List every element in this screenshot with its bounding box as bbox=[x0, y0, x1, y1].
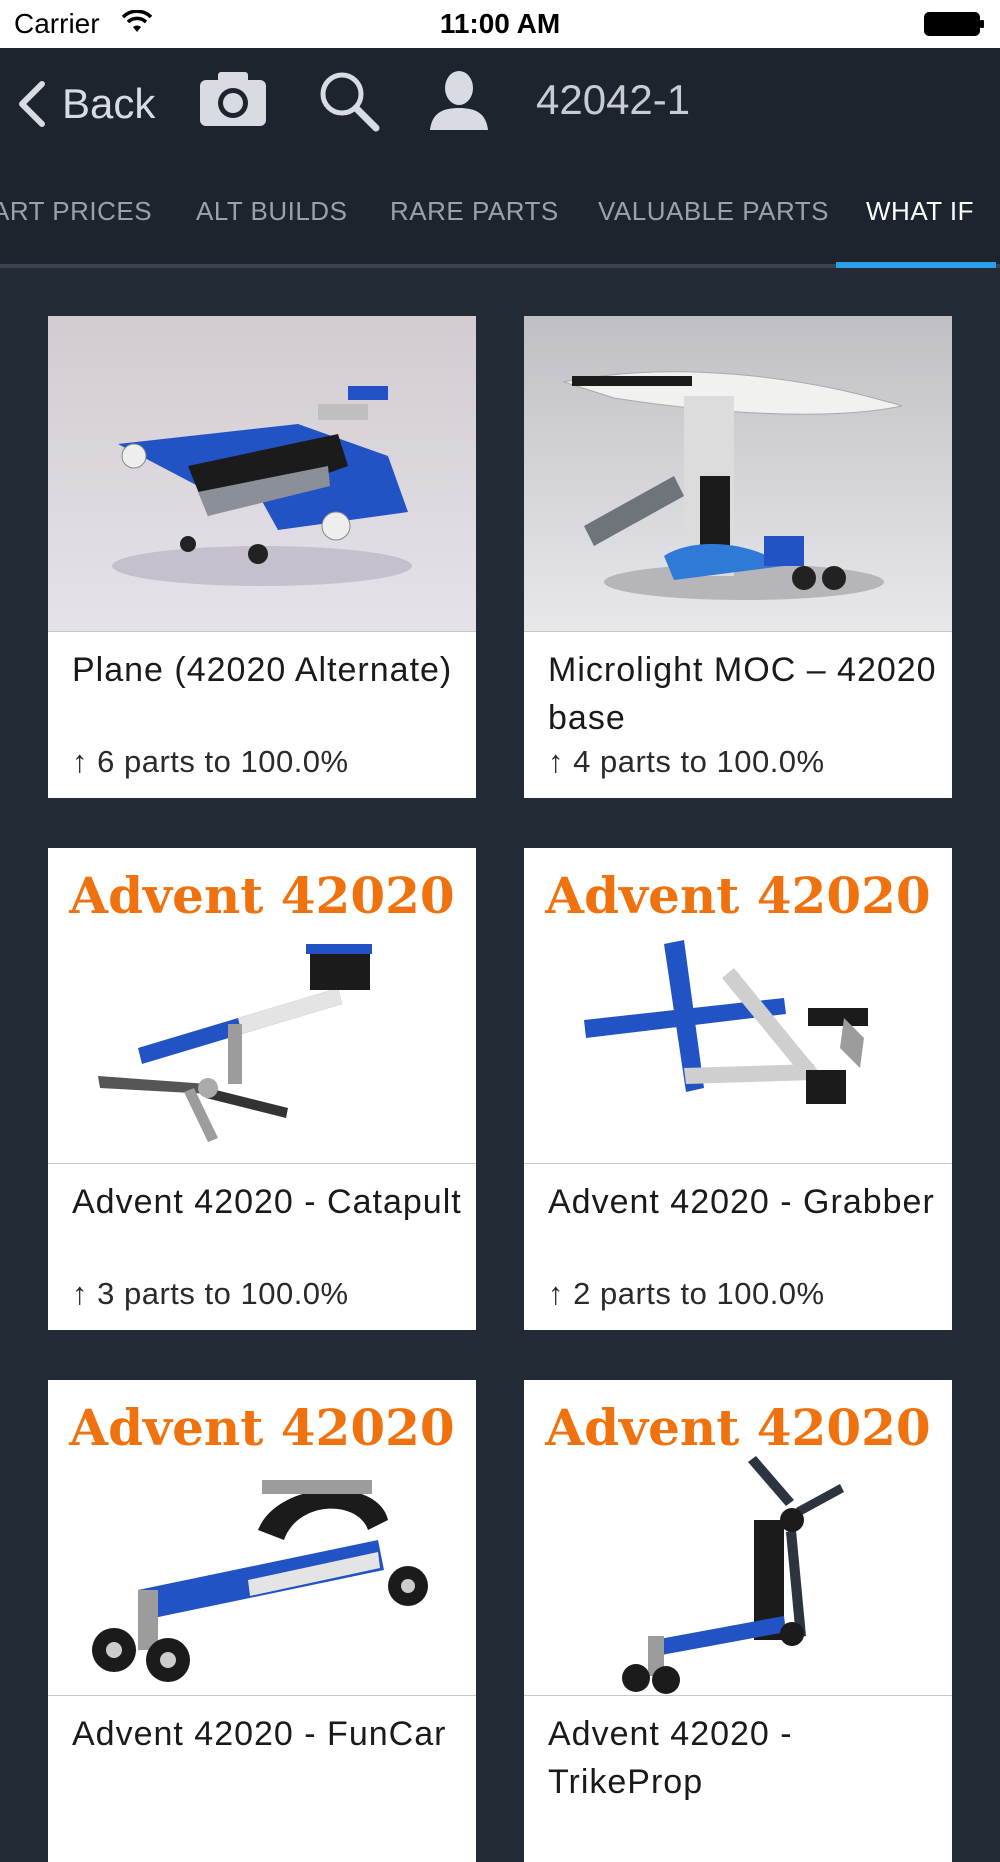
build-title: Advent 42020 - FunCar bbox=[72, 1715, 447, 1753]
back-label: Back bbox=[62, 80, 156, 127]
search-icon[interactable] bbox=[318, 70, 380, 137]
build-card[interactable]: Plane (42020 Alternate) ↑ 6 parts to 100… bbox=[48, 316, 476, 798]
build-title: Plane (42020 Alternate) bbox=[72, 651, 453, 689]
navigation-bar: Back 42042-1 bbox=[0, 48, 1000, 154]
back-button[interactable]: Back bbox=[16, 76, 155, 132]
tab-bar: ART PRICES ALT BUILDS RARE PARTS VALUABL… bbox=[0, 154, 1000, 268]
build-title: Advent 42020 - Grabber bbox=[548, 1183, 935, 1221]
build-image-grabber: Advent 42020 bbox=[524, 848, 952, 1164]
build-image-microlight bbox=[524, 316, 952, 632]
battery-icon bbox=[924, 12, 986, 41]
set-number-title: 42042-1 bbox=[536, 76, 691, 123]
tab-what-if[interactable]: WHAT IF bbox=[866, 196, 974, 227]
build-image-trikeprop: Advent 42020 bbox=[524, 1380, 952, 1696]
tab-rare-parts[interactable]: RARE PARTS bbox=[390, 196, 559, 227]
build-card[interactable]: Advent 42020 Advent 42020 - FunCar bbox=[48, 1380, 476, 1862]
camera-icon[interactable] bbox=[198, 70, 268, 133]
status-bar: Carrier 11:00 AM bbox=[0, 0, 1000, 48]
build-parts: ↑ 6 parts to 100.0% bbox=[72, 744, 349, 779]
build-title: Advent 42020 - Catapult bbox=[72, 1183, 462, 1221]
build-card[interactable]: Advent 42020 Advent 42020 - TrikeProp bbox=[524, 1380, 952, 1862]
chevron-left-icon bbox=[19, 81, 45, 127]
tab-valuable-parts[interactable]: VALUABLE PARTS bbox=[598, 196, 829, 227]
build-parts: ↑ 2 parts to 100.0% bbox=[548, 1276, 825, 1311]
build-image-funcar: Advent 42020 bbox=[48, 1380, 476, 1696]
build-card[interactable]: Advent 42020 Advent 42020 - Grabber ↑ 2 … bbox=[524, 848, 952, 1330]
active-tab-indicator bbox=[836, 262, 996, 268]
build-image-catapult: Advent 42020 bbox=[48, 848, 476, 1164]
build-image-plane bbox=[48, 316, 476, 632]
tab-part-prices[interactable]: ART PRICES bbox=[0, 196, 152, 227]
tab-alt-builds[interactable]: ALT BUILDS bbox=[196, 196, 347, 227]
build-parts: ↑ 4 parts to 100.0% bbox=[548, 744, 825, 779]
user-icon[interactable] bbox=[428, 68, 490, 137]
status-time: 11:00 AM bbox=[439, 8, 561, 39]
build-card[interactable]: Advent 42020 Advent 42020 - Catapult ↑ 3… bbox=[48, 848, 476, 1330]
build-title: Microlight MOC – 42020 base bbox=[548, 651, 937, 737]
build-title: Advent 42020 - TrikeProp bbox=[548, 1715, 793, 1801]
build-card[interactable]: Microlight MOC – 42020 base ↑ 4 parts to… bbox=[524, 316, 952, 798]
build-parts: ↑ 3 parts to 100.0% bbox=[72, 1276, 349, 1311]
